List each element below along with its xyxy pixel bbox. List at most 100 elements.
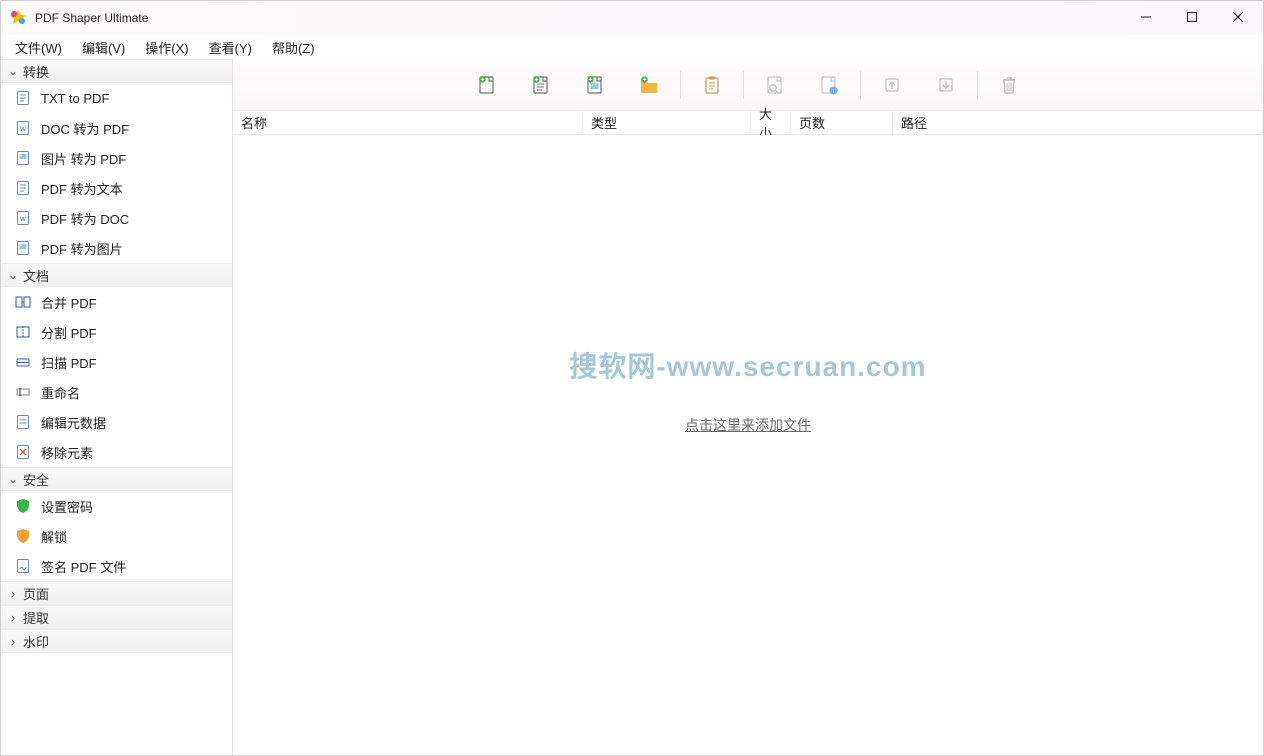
toolbar-add-folder-button[interactable] [622, 65, 676, 105]
toolbar-separator [860, 71, 861, 99]
sidebar-item[interactable]: 设置密码 [1, 491, 232, 521]
meta-icon [15, 414, 31, 430]
menu-action[interactable]: 操作(X) [135, 36, 198, 59]
toolbar-separator [680, 71, 681, 99]
sidebar-item-label: TXT to PDF [41, 91, 109, 106]
svg-text:i: i [833, 89, 834, 95]
sidebar-item-label: 合并 PDF [41, 293, 97, 312]
close-button[interactable] [1215, 1, 1261, 33]
col-type[interactable]: 类型 [583, 111, 751, 134]
sidebar-item[interactable]: 解锁 [1, 521, 232, 551]
sidebar-item[interactable]: 分割 PDF [1, 317, 232, 347]
clipboard-icon [701, 74, 723, 96]
sign-icon [15, 558, 31, 574]
split-icon [15, 324, 31, 340]
sidebar-item[interactable]: W PDF 转为 DOC [1, 203, 232, 233]
chevron-right-icon: › [7, 634, 19, 649]
toolbar-move-down-button[interactable] [919, 65, 973, 105]
minimize-button[interactable] [1123, 1, 1169, 33]
group-header[interactable]: › 提取 [1, 605, 232, 629]
menu-view[interactable]: 查看(Y) [199, 36, 262, 59]
col-pages[interactable]: 页数 [791, 111, 893, 134]
toolbar-search-button[interactable] [748, 65, 802, 105]
merge-icon [15, 294, 31, 310]
group-label: 文档 [23, 266, 49, 285]
chevron-right-icon: › [7, 586, 19, 601]
chevron-down-icon: ⌄ [7, 267, 19, 283]
menu-help[interactable]: 帮助(Z) [262, 36, 325, 59]
toolbar-clipboard-button[interactable] [685, 65, 739, 105]
menubar: 文件(W) 编辑(V) 操作(X) 查看(Y) 帮助(Z) [1, 35, 1263, 59]
col-name[interactable]: 名称 [233, 111, 583, 134]
add-files-hint[interactable]: 点击这里来添加文件 [685, 415, 811, 435]
sidebar-item[interactable]: 重命名 [1, 377, 232, 407]
app-icon [9, 9, 27, 27]
chevron-down-icon: ⌄ [7, 63, 19, 79]
group-header[interactable]: › 水印 [1, 629, 232, 653]
page-doc-icon: W [15, 120, 31, 136]
sidebar-item-label: 分割 PDF [41, 323, 97, 342]
sidebar-item-label: DOC 转为 PDF [41, 119, 129, 138]
body: ⌄转换TXT to PDFWDOC 转为 PDF图片 转为 PDFPDF 转为文… [1, 59, 1263, 755]
add-image-icon [584, 74, 606, 96]
info-icon: i [818, 74, 840, 96]
group-label: 安全 [23, 470, 49, 489]
sidebar-item-label: PDF 转为图片 [41, 239, 123, 258]
toolbar-separator [977, 71, 978, 99]
file-list-area[interactable]: 搜软网-www.secruan.com 点击这里来添加文件 [233, 135, 1263, 755]
sidebar-item[interactable]: 扫描 PDF [1, 347, 232, 377]
remove-icon [15, 444, 31, 460]
main-area: i 名称 类型 大小 页数 路径 搜软网-www.secruan.com 点击这… [233, 59, 1263, 755]
sidebar-item-label: 签名 PDF 文件 [41, 557, 126, 576]
add-text-icon [530, 74, 552, 96]
sidebar-item[interactable]: 编辑元数据 [1, 407, 232, 437]
page-img-icon [15, 150, 31, 166]
chevron-down-icon: ⌄ [7, 471, 19, 487]
sidebar-item[interactable]: TXT to PDF [1, 83, 232, 113]
app-window: PDF Shaper Ultimate 文件(W) 编辑(V) 操作(X) 查看… [0, 0, 1264, 756]
col-path[interactable]: 路径 [893, 111, 1263, 134]
group-header[interactable]: ›页面 [1, 581, 232, 605]
group-label: 转换 [23, 62, 49, 81]
column-headers: 名称 类型 大小 页数 路径 [233, 111, 1263, 135]
sidebar-item-label: 解锁 [41, 527, 67, 546]
menu-edit[interactable]: 编辑(V) [72, 36, 135, 59]
sidebar-item[interactable]: 移除元素 [1, 437, 232, 467]
sidebar-item-label: PDF 转为 DOC [41, 209, 129, 228]
sidebar-item-label: 移除元素 [41, 443, 93, 462]
titlebar: PDF Shaper Ultimate [1, 1, 1263, 35]
svg-text:W: W [20, 127, 26, 133]
group-label: 提取 [23, 608, 49, 627]
page-doc-icon: W [15, 210, 31, 226]
sidebar-item[interactable]: W DOC 转为 PDF [1, 113, 232, 143]
group-header[interactable]: ⌄转换 [1, 59, 232, 83]
toolbar-add-file-button[interactable] [460, 65, 514, 105]
maximize-button[interactable] [1169, 1, 1215, 33]
shield-orange-icon [15, 528, 31, 544]
sidebar-item-label: 设置密码 [41, 497, 93, 516]
sidebar-item-label: 扫描 PDF [41, 353, 97, 372]
toolbar-add-text-button[interactable] [514, 65, 568, 105]
rename-icon [15, 384, 31, 400]
group-header[interactable]: ⌄安全 [1, 467, 232, 491]
toolbar-delete-button[interactable] [982, 65, 1036, 105]
sidebar-item-label: 图片 转为 PDF [41, 149, 126, 168]
group-label: 水印 [23, 632, 49, 651]
sidebar: ⌄转换TXT to PDFWDOC 转为 PDF图片 转为 PDFPDF 转为文… [1, 59, 233, 755]
toolbar: i [233, 59, 1263, 111]
sidebar-item[interactable]: 图片 转为 PDF [1, 143, 232, 173]
add-file-icon [476, 74, 498, 96]
menu-file[interactable]: 文件(W) [5, 36, 72, 59]
sidebar-item[interactable]: PDF 转为文本 [1, 173, 232, 203]
sidebar-item[interactable]: 合并 PDF [1, 287, 232, 317]
sidebar-item[interactable]: PDF 转为图片 [1, 233, 232, 263]
toolbar-info-button[interactable]: i [802, 65, 856, 105]
sidebar-item-label: 重命名 [41, 383, 80, 402]
group-header[interactable]: ⌄文档 [1, 263, 232, 287]
chevron-right-icon: › [7, 610, 19, 625]
col-size[interactable]: 大小 [751, 111, 791, 134]
page-txt-icon [15, 180, 31, 196]
sidebar-item[interactable]: 签名 PDF 文件 [1, 551, 232, 581]
toolbar-move-up-button[interactable] [865, 65, 919, 105]
toolbar-add-image-button[interactable] [568, 65, 622, 105]
